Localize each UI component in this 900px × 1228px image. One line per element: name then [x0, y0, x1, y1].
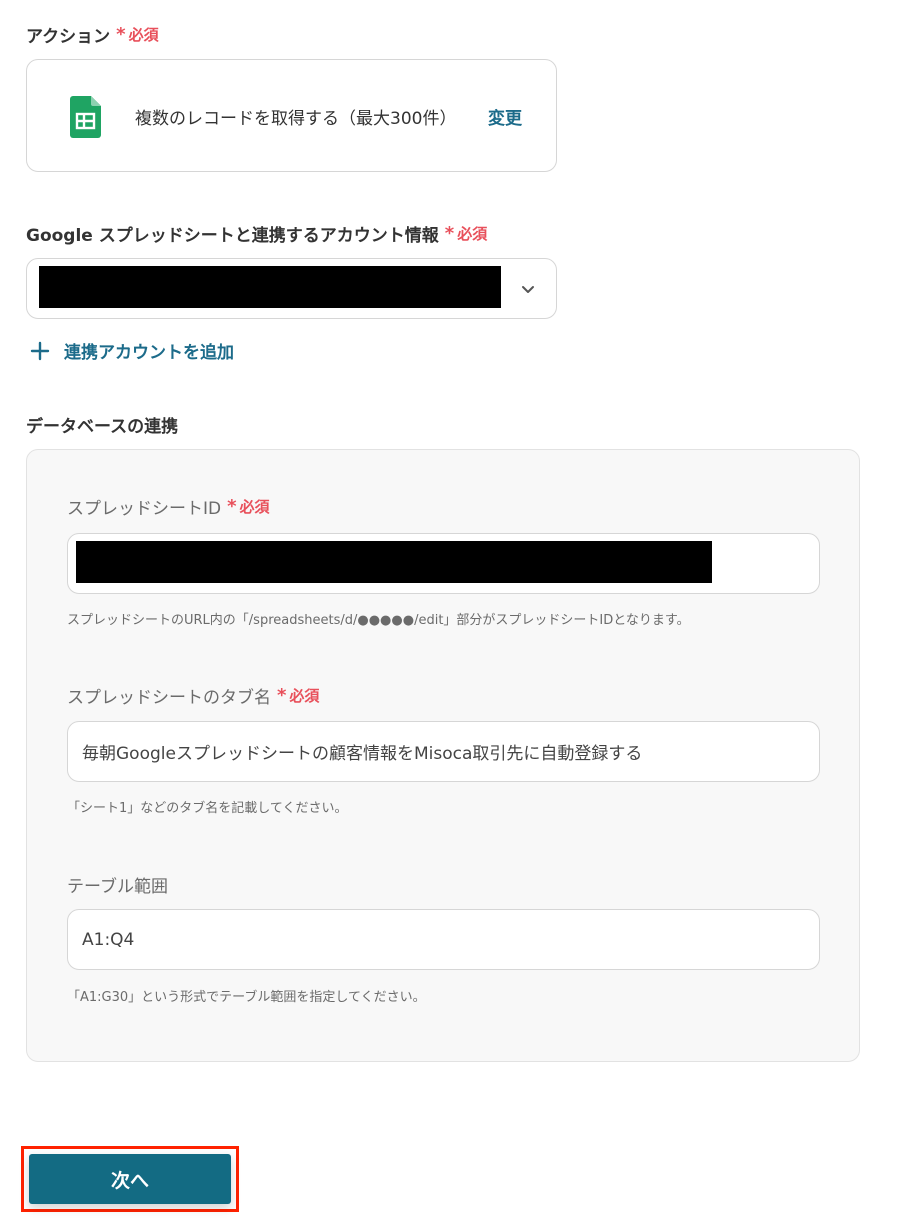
table-range-hint: 「A1:G30」という形式でテーブル範囲を指定してください。	[67, 990, 426, 1005]
action-label: アクション * 必須	[26, 23, 159, 47]
redacted-spreadsheet-id	[76, 541, 712, 583]
form-page: アクション * 必須 複数のレコードを取得する（最大300件） 変更 Google…	[0, 0, 900, 1228]
next-button-highlight: 次へ	[21, 1146, 239, 1212]
tab-name-input[interactable]	[67, 721, 820, 782]
asterisk-icon: *	[444, 222, 455, 244]
spreadsheet-id-hint: スプレッドシートのURL内の「/spreadsheets/d/●●●●●/edi…	[67, 613, 690, 628]
asterisk-icon: *	[116, 23, 126, 45]
asterisk-icon: *	[277, 684, 287, 706]
add-account-label: 連携アカウントを追加	[64, 343, 234, 363]
table-range-input[interactable]	[67, 909, 820, 970]
add-account-button[interactable]: 連携アカウントを追加	[30, 338, 234, 363]
database-panel: スプレッドシートID * 必須 スプレッドシートのURL内の「/spreadshe…	[26, 449, 860, 1062]
required-badge: * 必須	[227, 495, 270, 517]
table-range-label: テーブル範囲	[67, 877, 168, 897]
next-button[interactable]: 次へ	[29, 1154, 231, 1204]
account-select[interactable]	[26, 258, 557, 319]
tab-name-hint: 「シート1」などのタブ名を記載してください。	[67, 801, 348, 816]
tab-name-label: スプレッドシートのタブ名 * 必須	[67, 684, 320, 708]
database-section-title: データベースの連携	[26, 417, 179, 437]
redacted-account	[39, 266, 501, 308]
spreadsheet-id-input[interactable]	[67, 533, 820, 594]
account-label: Google スプレッドシートと連携するアカウント情報 * 必須	[26, 222, 488, 246]
google-sheets-icon	[70, 96, 101, 138]
required-badge: * 必須	[116, 23, 159, 45]
change-action-link[interactable]: 変更	[488, 104, 522, 129]
chevron-down-icon	[522, 286, 534, 293]
action-name: 複数のレコードを取得する（最大300件）	[135, 109, 457, 129]
asterisk-icon: *	[227, 495, 237, 517]
required-badge: * 必須	[444, 222, 488, 244]
required-badge: * 必須	[277, 684, 320, 706]
spreadsheet-id-label: スプレッドシートID * 必須	[67, 495, 270, 519]
plus-icon	[30, 341, 50, 360]
action-card: 複数のレコードを取得する（最大300件） 変更	[26, 59, 557, 172]
